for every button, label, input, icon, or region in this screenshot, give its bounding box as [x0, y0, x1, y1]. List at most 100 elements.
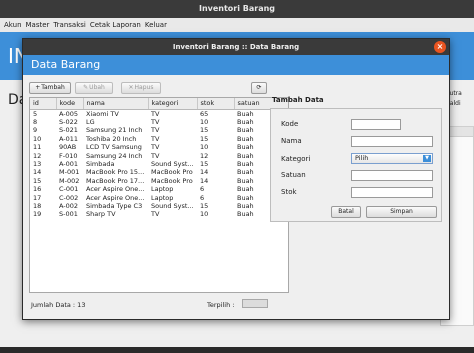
table-row[interactable]: 18 A-002 Simbada Type C3 Sound Syst... 15 Bua…	[30, 201, 288, 210]
menu-master[interactable]: Master	[26, 21, 50, 29]
cell-stok: 10	[200, 143, 209, 152]
column-header-kode[interactable]: kode	[56, 98, 84, 110]
cell-id: 15	[33, 176, 42, 185]
cell-kategori: TV	[151, 109, 160, 118]
cell-id: 13	[33, 159, 42, 168]
cell-kode: A-005	[59, 109, 79, 118]
cell-kategori: TV	[151, 126, 160, 135]
menu-transaksi[interactable]: Transaksi	[53, 21, 85, 29]
cell-kode: F-010	[59, 151, 78, 160]
satuan-field[interactable]	[351, 170, 433, 181]
cell-stok: 15	[200, 134, 209, 143]
close-icon[interactable]: ×	[434, 41, 446, 53]
cell-kategori: TV	[151, 134, 160, 143]
cell-nama: Toshiba 20 Inch	[86, 134, 137, 143]
cell-id: 8	[33, 117, 38, 126]
table-row[interactable]: 12 F-010 Samsung 24 Inch TV 12 Buah	[30, 151, 288, 160]
barang-table[interactable]: id kode nama kategori stok satuan 5 A-005…	[29, 97, 289, 293]
hapus-button-label: Hapus	[134, 84, 154, 91]
main-bottom-image-strip	[0, 347, 474, 353]
cell-kategori: Sound Syst...	[151, 201, 194, 210]
table-row[interactable]: 11 90AB LCD TV Samsung TV 10 Buah	[30, 143, 288, 152]
cell-kode: M-001	[59, 168, 80, 177]
stok-label: Stok	[281, 188, 297, 196]
table-row[interactable]: 13 A-001 Simbada Sound Syst... 15 Buah	[30, 159, 288, 168]
kategori-select[interactable]: Pilih ▼	[351, 153, 433, 164]
stok-field[interactable]	[351, 187, 433, 198]
column-header-kategori[interactable]: kategori	[148, 98, 198, 110]
table-row[interactable]: 10 A-011 Toshiba 20 Inch TV 15 Buah	[30, 134, 288, 143]
table-row[interactable]: 19 S-001 Sharp TV TV 10 Buah	[30, 210, 288, 219]
terpilih-value-box	[242, 299, 268, 308]
cell-kategori: Sound Syst...	[151, 159, 194, 168]
cell-kode: C-002	[59, 193, 79, 202]
jumlah-data-label: Jumlah Data : 13	[31, 301, 86, 309]
dialog-header: Data Barang	[23, 55, 449, 75]
table-row[interactable]: 17 C-002 Acer Aspire One... Laptop 6 Buah	[30, 193, 288, 202]
cell-stok: 14	[200, 176, 209, 185]
cell-id: 17	[33, 193, 42, 202]
simpan-button[interactable]: Simpan	[366, 206, 437, 218]
column-header-nama[interactable]: nama	[83, 98, 149, 110]
cell-id: 11	[33, 143, 42, 152]
terpilih-label: Terpilih :	[207, 301, 235, 309]
table-row[interactable]: 5 A-005 Xiaomi TV TV 65 Buah	[30, 109, 288, 118]
table-row[interactable]: 9 S-021 Samsung 21 Inch TV 15 Buah	[30, 126, 288, 135]
table-row[interactable]: 14 M-001 MacBook Pro 15... MacBook Pro 14 Bua…	[30, 168, 288, 177]
nama-label: Nama	[281, 137, 302, 145]
ubah-button[interactable]: ✎Ubah	[75, 82, 113, 94]
cell-kode: A-002	[59, 201, 79, 210]
cell-kategori: Laptop	[151, 185, 174, 194]
cell-id: 12	[33, 151, 42, 160]
table-row[interactable]: 8 S-022 LG TV 10 Buah	[30, 117, 288, 126]
menu-akun[interactable]: Akun	[4, 21, 22, 29]
cell-nama: Samsung 21 Inch	[86, 126, 143, 135]
tambah-button[interactable]: +Tambah	[29, 82, 71, 94]
cell-kode: 90AB	[59, 143, 77, 152]
kode-field[interactable]	[351, 119, 401, 130]
tambah-button-label: Tambah	[41, 84, 65, 91]
cell-nama: LCD TV Samsung	[86, 143, 142, 152]
cell-kategori: TV	[151, 143, 160, 152]
cell-stok: 15	[200, 159, 209, 168]
cell-kode: S-001	[59, 210, 78, 219]
cell-kode: S-022	[59, 117, 78, 126]
cell-id: 19	[33, 210, 42, 219]
cell-nama: Acer Aspire One...	[86, 193, 145, 202]
cell-id: 18	[33, 201, 42, 210]
nama-field[interactable]	[351, 136, 433, 147]
cell-nama: Acer Aspire One...	[86, 185, 145, 194]
cell-nama: Simbada Type C3	[86, 201, 143, 210]
cell-nama: Samsung 24 Inch	[86, 151, 143, 160]
cell-kategori: TV	[151, 210, 160, 219]
cell-id: 10	[33, 134, 42, 143]
table-row[interactable]: 15 M-002 MacBook Pro 17... MacBook Pro 14 Bua…	[30, 176, 288, 185]
delete-icon: ✕	[128, 84, 134, 91]
tambah-data-panel: Kode Nama Kategori Pilih ▼ Satuan Stok B…	[270, 108, 442, 222]
cell-nama: LG	[86, 117, 95, 126]
cell-stok: 6	[200, 185, 205, 194]
cell-stok: 6	[200, 193, 205, 202]
cell-nama: MacBook Pro 17...	[86, 176, 145, 185]
column-header-stok[interactable]: stok	[197, 98, 235, 110]
cell-kode: A-011	[59, 134, 79, 143]
plus-icon: +	[35, 84, 41, 91]
column-header-id[interactable]: id	[30, 98, 57, 110]
cell-stok: 14	[200, 168, 209, 177]
refresh-button[interactable]: ⟳	[251, 82, 267, 94]
main-window-title: Inventori Barang	[0, 0, 474, 18]
cell-id: 14	[33, 168, 42, 177]
cell-stok: 12	[200, 151, 209, 160]
dialog-title-bar: Inventori Barang :: Data Barang ×	[23, 39, 449, 55]
kode-label: Kode	[281, 120, 299, 128]
cell-kategori: TV	[151, 117, 160, 126]
table-row[interactable]: 16 C-001 Acer Aspire One... Laptop 6 Buah	[30, 185, 288, 194]
menu-keluar[interactable]: Keluar	[145, 21, 167, 29]
menu-cetak-laporan[interactable]: Cetak Laporan	[90, 21, 141, 29]
cell-stok: 15	[200, 201, 209, 210]
cell-stok: 15	[200, 126, 209, 135]
batal-button[interactable]: Batal	[331, 206, 361, 218]
hapus-button[interactable]: ✕Hapus	[121, 82, 161, 94]
cell-nama: Xiaomi TV	[86, 109, 119, 118]
cell-kategori: MacBook Pro	[151, 176, 193, 185]
